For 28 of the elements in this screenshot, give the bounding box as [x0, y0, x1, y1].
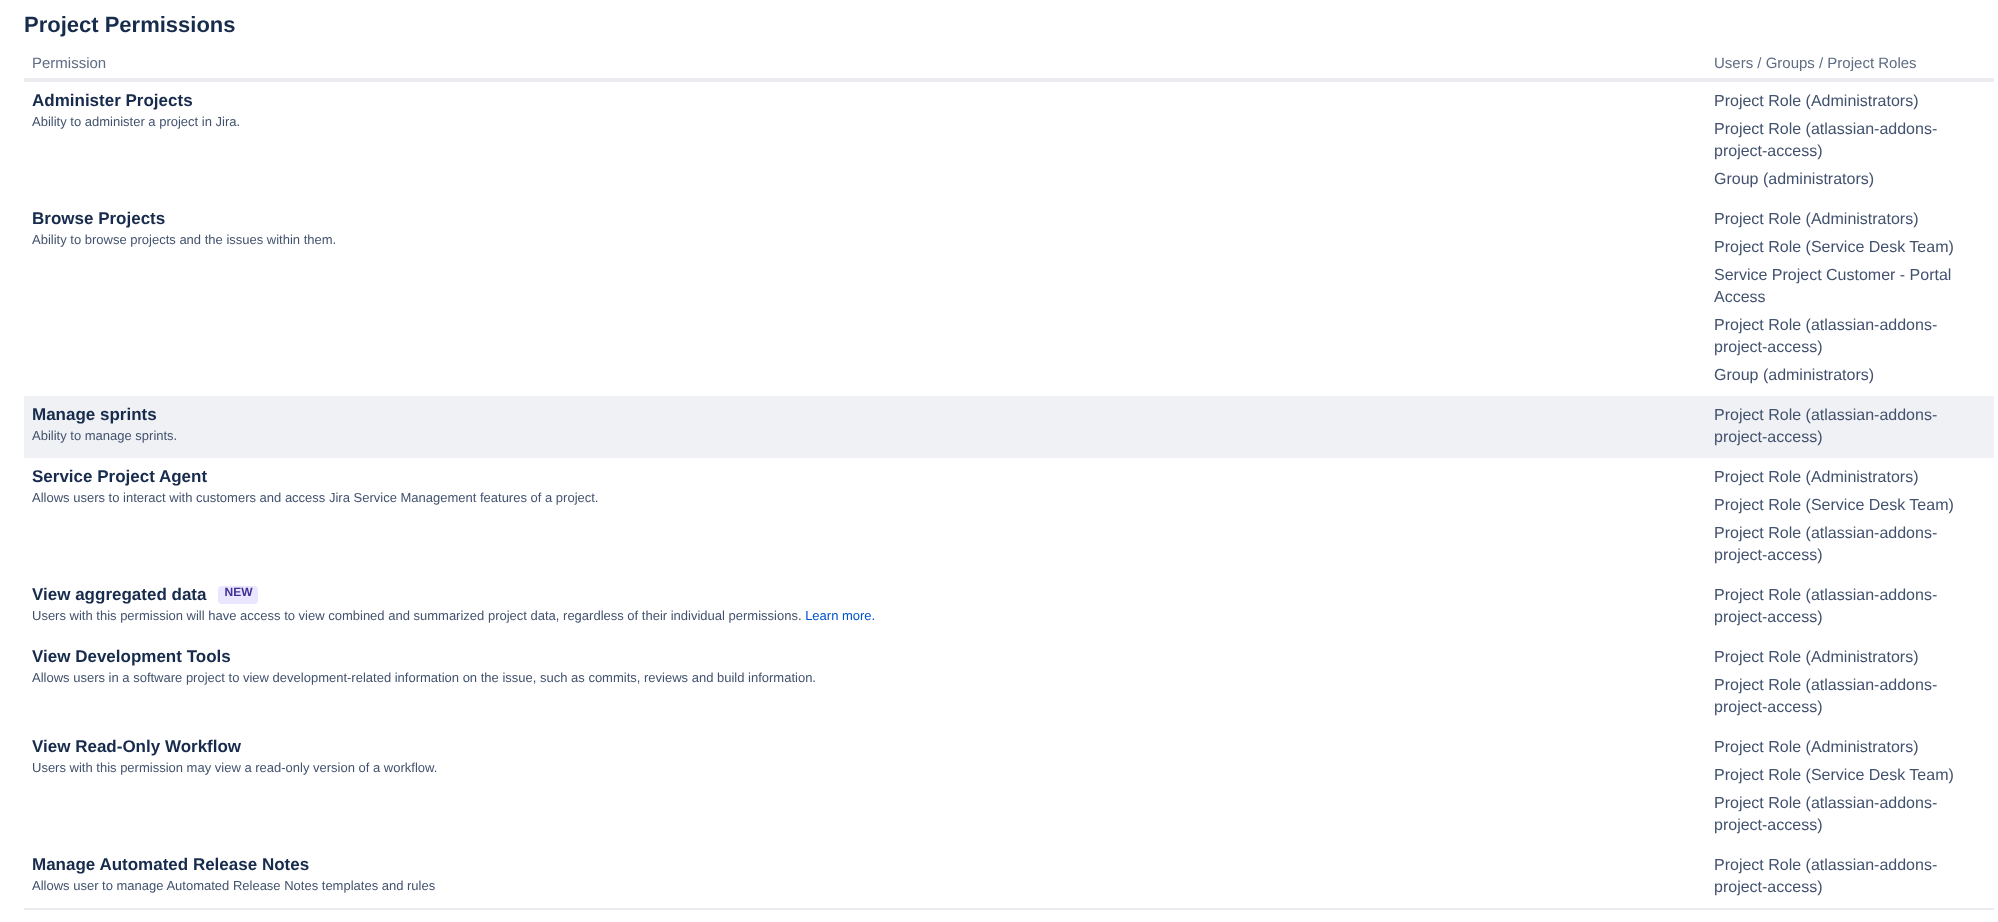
role-entry: Project Role (atlassian-addons-project-access) — [1714, 314, 1940, 358]
role-entry: Project Role (Administrators) — [1714, 646, 1921, 668]
role-entry: Service Project Customer - Portal Access — [1714, 264, 1954, 308]
permission-name: Service Project Agent — [32, 466, 208, 488]
role-entry: Project Role (Administrators) — [1714, 90, 1921, 112]
role-entry: Project Role (atlassian-addons-project-access) — [1714, 522, 1940, 566]
role-entry: Project Role (Service Desk Team) — [1714, 764, 1956, 786]
role-entry: Project Role (Administrators) — [1714, 736, 1921, 758]
role-entry: Project Role (atlassian-addons-project-access) — [1714, 854, 1940, 898]
permission-name: View Development Tools — [32, 646, 231, 668]
role-entry: Project Role (Administrators) — [1714, 208, 1921, 230]
role-entry: Project Role (Service Desk Team) — [1714, 236, 1956, 258]
role-entry: Project Role (atlassian-addons-project-access) — [1714, 404, 1940, 448]
role-entry: Group (administrators) — [1714, 168, 1877, 190]
role-entry: Project Role (Administrators) — [1714, 466, 1921, 488]
page-title: Project Permissions — [24, 14, 238, 42]
role-entry: Project Role (atlassian-addons-project-access) — [1714, 792, 1940, 836]
role-entry: Project Role (Service Desk Team) — [1714, 494, 1956, 516]
permission-name: Browse Projects — [32, 208, 166, 230]
permission-name: View aggregated data — [32, 584, 207, 606]
permission-name: Manage Automated Release Notes — [32, 854, 310, 876]
role-entry: Project Role (atlassian-addons-project-access) — [1714, 674, 1940, 718]
permission-name: Manage sprints — [32, 404, 157, 426]
permission-name: Administer Projects — [32, 90, 193, 112]
role-entry: Project Role (atlassian-addons-project-access) — [1714, 584, 1940, 628]
role-entry: Group (administrators) — [1714, 364, 1877, 386]
role-entry: Project Role (atlassian-addons-project-access) — [1714, 118, 1940, 162]
permission-name: View Read-Only Workflow — [32, 736, 242, 758]
